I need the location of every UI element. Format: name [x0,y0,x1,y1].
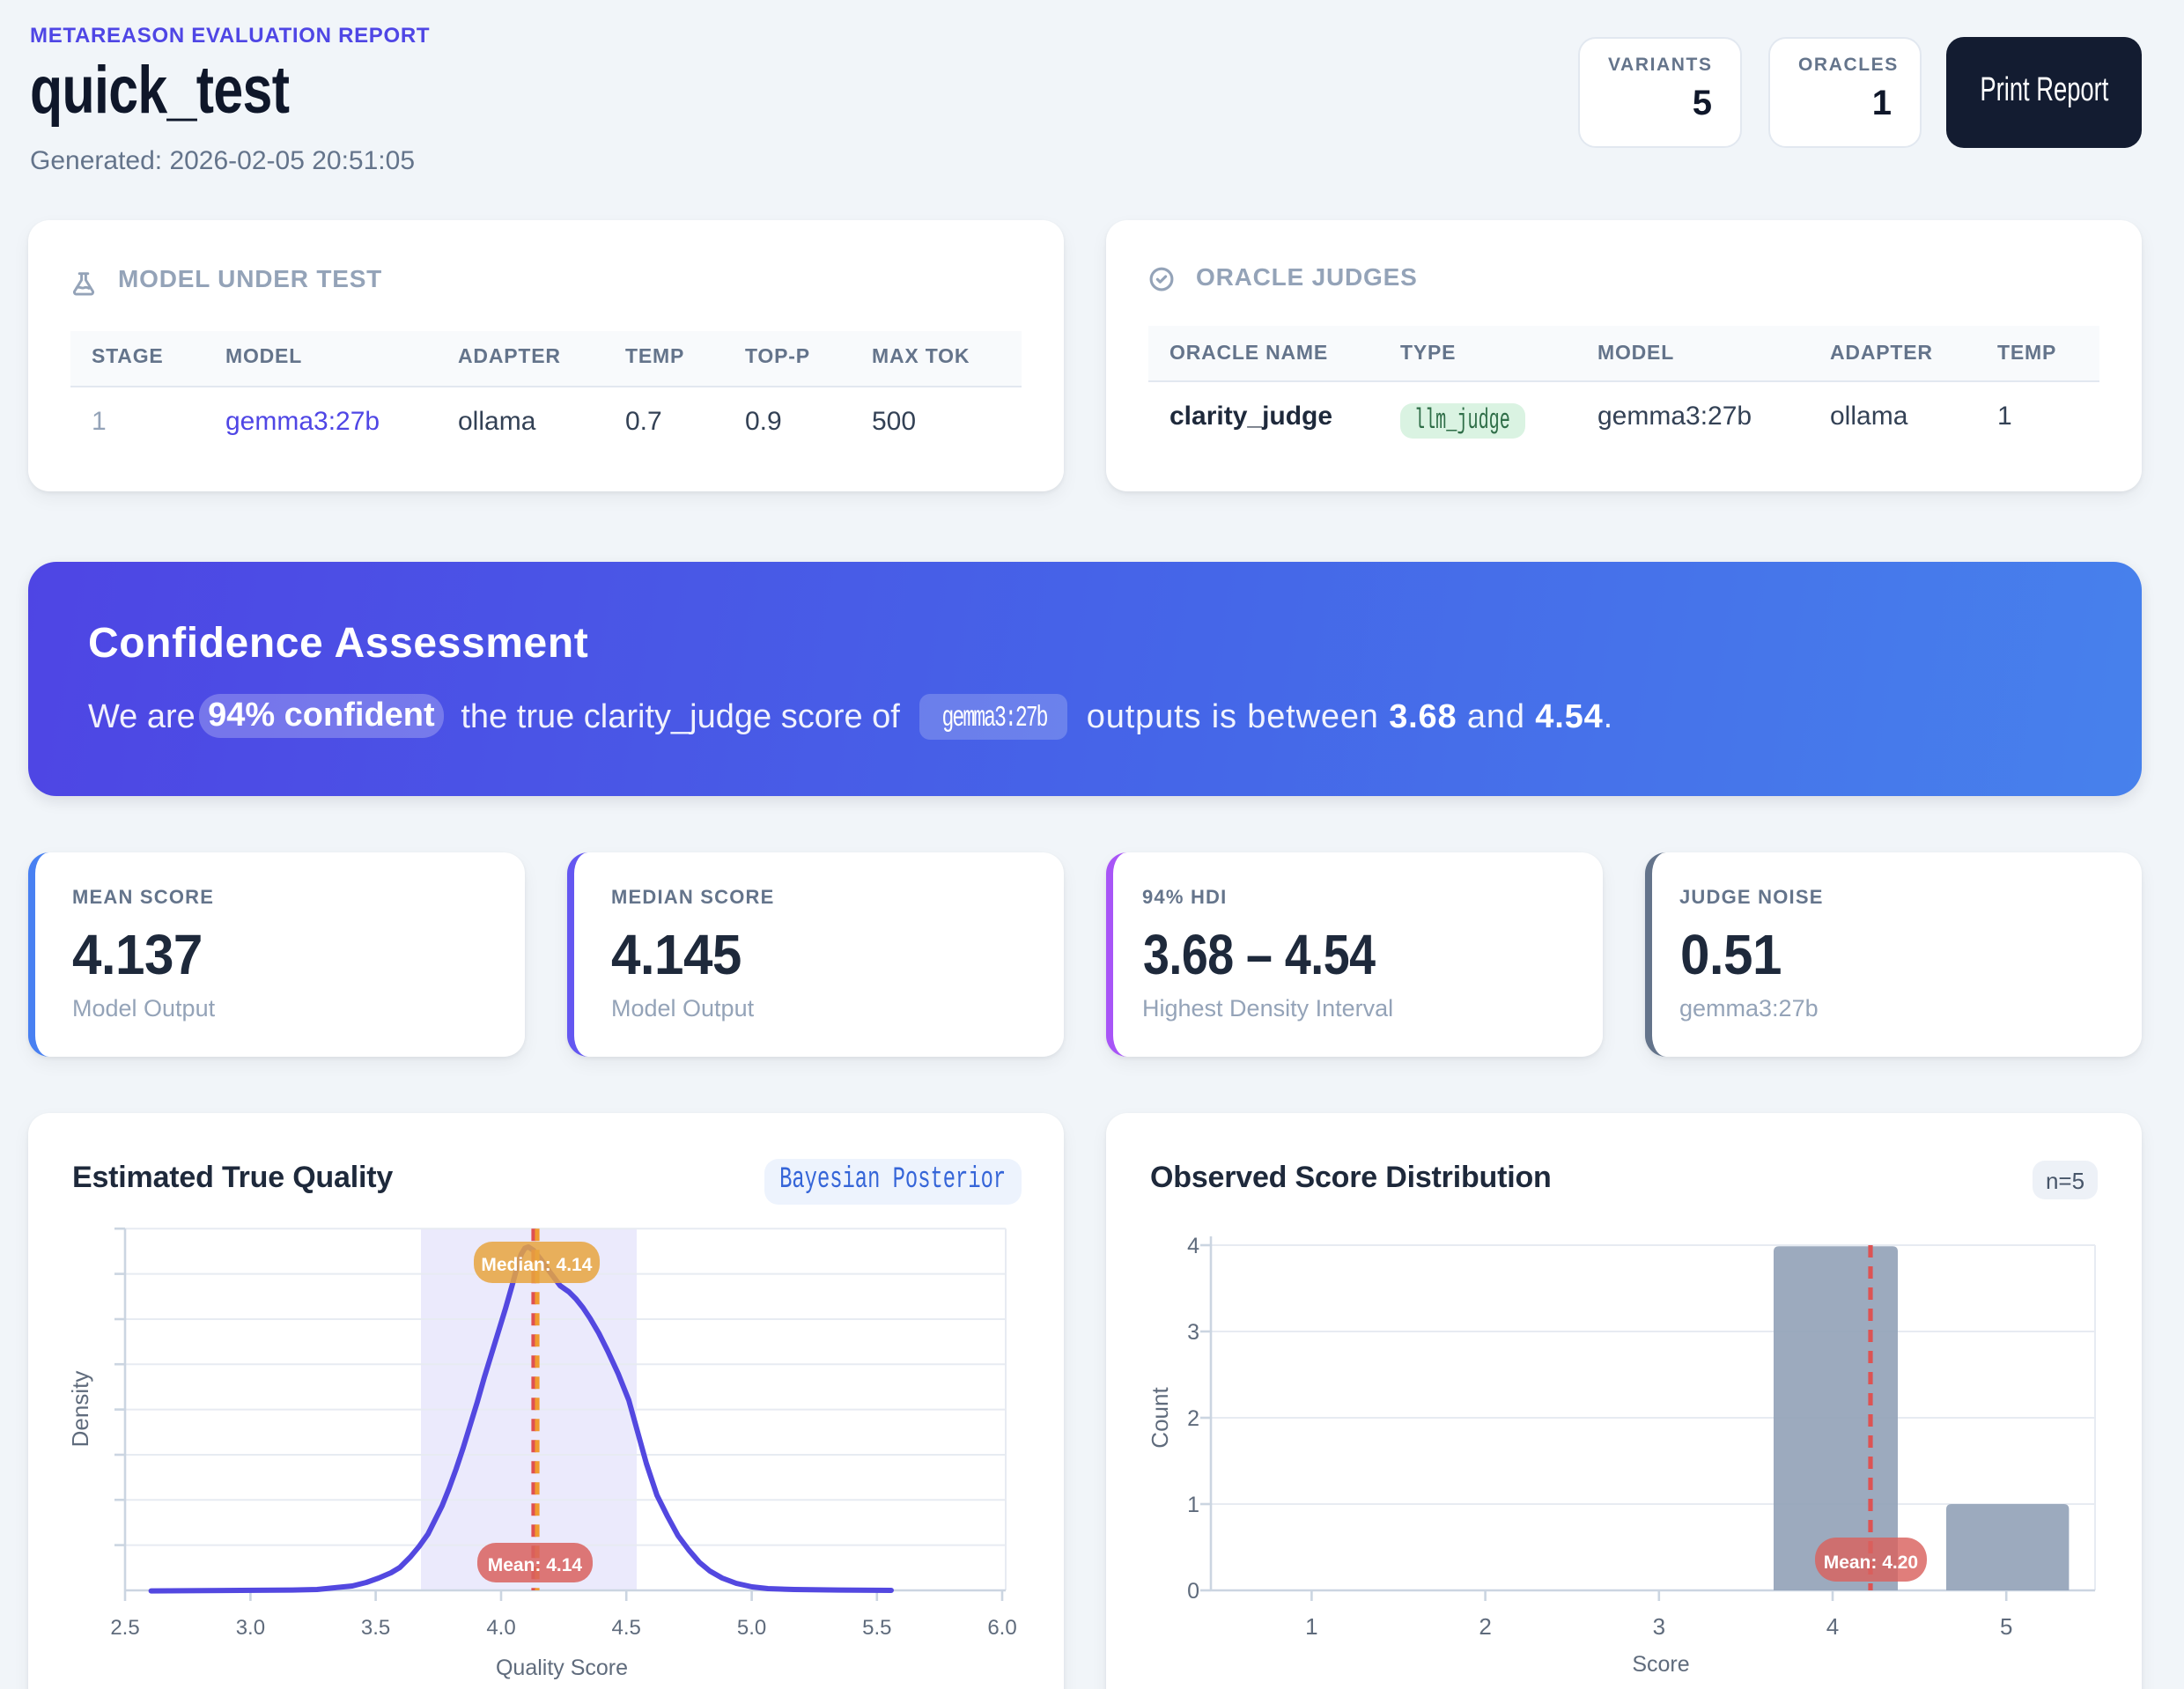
svg-text:2: 2 [1479,1613,1491,1640]
svg-text:3: 3 [1653,1613,1665,1640]
svg-text:4.0: 4.0 [486,1616,515,1640]
svg-text:3.5: 3.5 [361,1616,390,1640]
svg-text:5: 5 [2000,1613,2012,1640]
svg-text:2: 2 [1187,1406,1199,1431]
svg-text:4: 4 [1826,1613,1839,1640]
svg-text:4.5: 4.5 [612,1616,641,1640]
svg-text:Mean: 4.20: Mean: 4.20 [1824,1553,1918,1573]
svg-text:Median: 4.14: Median: 4.14 [481,1255,592,1275]
svg-text:Density: Density [67,1371,93,1448]
svg-text:0: 0 [1187,1579,1199,1604]
svg-text:3: 3 [1187,1320,1199,1345]
svg-text:Count: Count [1147,1387,1173,1449]
svg-text:Quality Score: Quality Score [496,1656,628,1680]
svg-text:1: 1 [1305,1613,1317,1640]
svg-text:4: 4 [1187,1234,1199,1258]
svg-text:1: 1 [1187,1493,1199,1517]
svg-text:3.0: 3.0 [236,1616,265,1640]
svg-text:Score: Score [1632,1652,1689,1677]
svg-text:6.0: 6.0 [987,1616,1016,1640]
svg-text:Mean: 4.14: Mean: 4.14 [488,1555,583,1575]
svg-text:5.0: 5.0 [737,1616,766,1640]
svg-text:2.5: 2.5 [110,1616,139,1640]
svg-text:5.5: 5.5 [862,1616,891,1640]
